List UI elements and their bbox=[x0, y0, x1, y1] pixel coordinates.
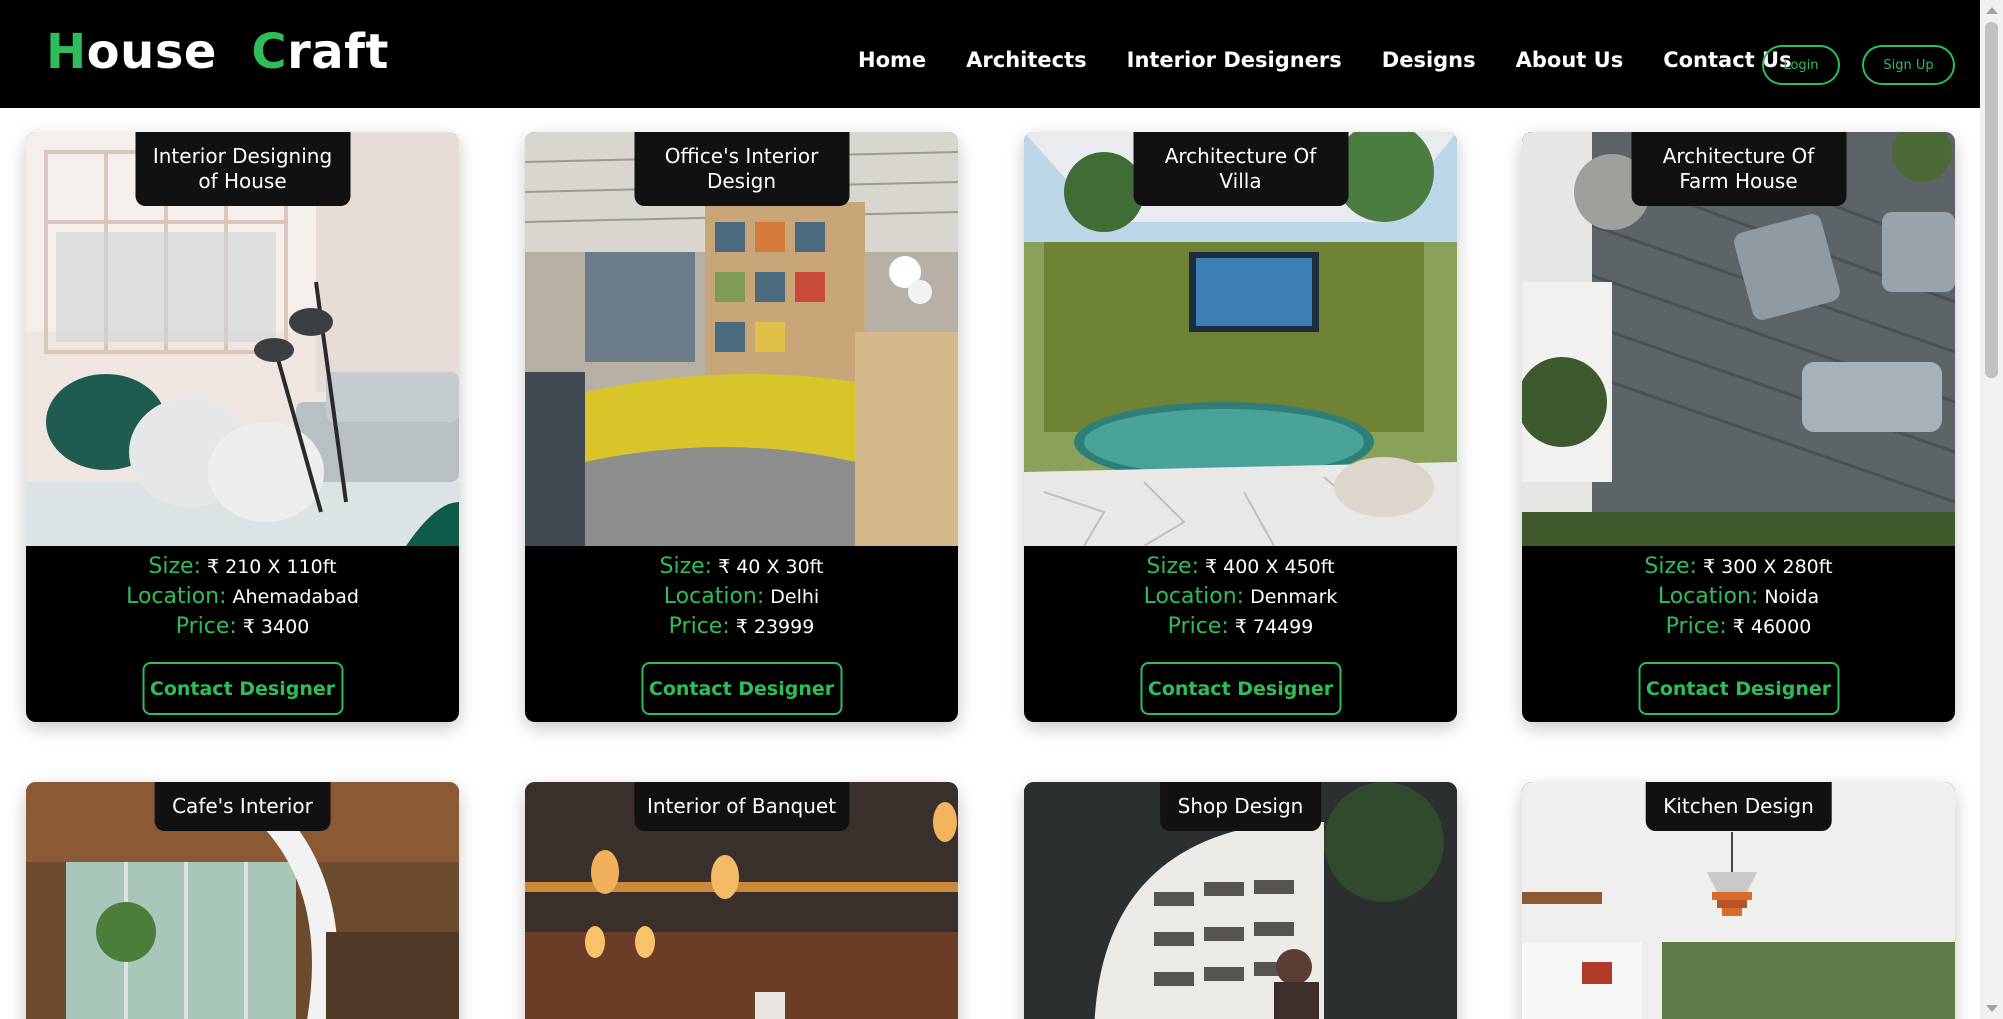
price-label: Price: bbox=[668, 614, 730, 639]
price-value: ₹ 23999 bbox=[735, 616, 815, 638]
nav-home[interactable]: Home bbox=[858, 48, 926, 72]
design-card-cafe: Cafe's Interior bbox=[26, 782, 459, 1019]
location-label: Location: bbox=[1657, 584, 1759, 609]
contact-designer-button[interactable]: Contact Designer bbox=[1140, 662, 1341, 715]
location-value: Ahemadabad bbox=[232, 586, 359, 608]
navbar: House Craft Home Architects Interior Des… bbox=[0, 0, 1980, 108]
design-card-farm-house: Architecture Of Farm House Size: ₹ 300 X … bbox=[1522, 132, 1955, 722]
price-label: Price: bbox=[1167, 614, 1229, 639]
signup-button[interactable]: Sign Up bbox=[1862, 45, 1955, 85]
location-label: Location: bbox=[663, 584, 765, 609]
price-value: ₹ 3400 bbox=[242, 616, 310, 638]
size-value: ₹ 40 X 30ft bbox=[718, 556, 824, 578]
card-title: Architecture Of Farm House bbox=[1631, 132, 1846, 206]
card-title: Interior of Banquet bbox=[634, 782, 849, 831]
login-button[interactable]: Login bbox=[1762, 45, 1840, 85]
nav-architects[interactable]: Architects bbox=[966, 48, 1086, 72]
location-label: Location: bbox=[126, 584, 227, 609]
price-value: ₹ 46000 bbox=[1732, 616, 1812, 638]
size-label: Size: bbox=[148, 554, 201, 579]
vertical-scrollbar[interactable] bbox=[1980, 0, 2003, 1019]
card-title: Shop Design bbox=[1159, 782, 1322, 831]
size-value: ₹ 300 X 280ft bbox=[1703, 556, 1833, 578]
nav-about-us[interactable]: About Us bbox=[1516, 48, 1624, 72]
card-title: Architecture Of Villa bbox=[1133, 132, 1348, 206]
design-card-kitchen: Kitchen Design bbox=[1522, 782, 1955, 1019]
contact-designer-button[interactable]: Contact Designer bbox=[641, 662, 842, 715]
logo-word-raft: raft bbox=[287, 24, 389, 80]
size-label: Size: bbox=[1644, 554, 1697, 579]
size-value: ₹ 210 X 110ft bbox=[207, 556, 337, 578]
contact-designer-button[interactable]: Contact Designer bbox=[1638, 662, 1839, 715]
scroll-up-arrow-icon[interactable] bbox=[1986, 7, 1998, 14]
card-title: Office's Interior Design bbox=[634, 132, 849, 206]
logo-letter-h: H bbox=[46, 24, 87, 80]
scrollbar-thumb[interactable] bbox=[1985, 22, 1998, 378]
location-label: Location: bbox=[1143, 584, 1245, 609]
nav-designs[interactable]: Designs bbox=[1382, 48, 1476, 72]
design-card-banquet: Interior of Banquet bbox=[525, 782, 958, 1019]
size-value: ₹ 400 X 450ft bbox=[1205, 556, 1335, 578]
card-info: Size: ₹ 210 X 110ft Location: Ahemadabad P… bbox=[26, 546, 459, 642]
location-value: Noida bbox=[1764, 586, 1820, 608]
location-value: Delhi bbox=[770, 586, 820, 608]
card-title: Interior Designing of House bbox=[135, 132, 350, 206]
design-card-villa: Architecture Of Villa Size: ₹ 400 X 450ft… bbox=[1024, 132, 1457, 722]
size-label: Size: bbox=[1146, 554, 1199, 579]
card-info: Size: ₹ 40 X 30ft Location: Delhi Price: ₹ … bbox=[525, 546, 958, 642]
scroll-down-arrow-icon[interactable] bbox=[1986, 1005, 1998, 1012]
contact-designer-button[interactable]: Contact Designer bbox=[142, 662, 343, 715]
card-info: Size: ₹ 400 X 450ft Location: Denmark Pric… bbox=[1024, 546, 1457, 642]
price-label: Price: bbox=[1665, 614, 1727, 639]
price-value: ₹ 74499 bbox=[1234, 616, 1314, 638]
price-label: Price: bbox=[175, 614, 237, 639]
nav-links: Home Architects Interior Designers Desig… bbox=[858, 48, 1832, 72]
nav-interior-designers[interactable]: Interior Designers bbox=[1127, 48, 1342, 72]
location-value: Denmark bbox=[1250, 586, 1338, 608]
card-info: Size: ₹ 300 X 280ft Location: Noida Price:… bbox=[1522, 546, 1955, 642]
size-label: Size: bbox=[659, 554, 713, 579]
logo[interactable]: House Craft bbox=[46, 24, 389, 80]
design-card-office: Office's Interior Design Size: ₹ 40 X 30f… bbox=[525, 132, 958, 722]
design-card-shop: Shop Design bbox=[1024, 782, 1457, 1019]
card-title: Cafe's Interior bbox=[154, 782, 331, 831]
card-title: Kitchen Design bbox=[1645, 782, 1832, 831]
logo-letter-c: C bbox=[251, 24, 288, 80]
design-card-house: Interior Designing of House Size: ₹ 210 X… bbox=[26, 132, 459, 722]
logo-word-ouse: ouse bbox=[86, 24, 217, 80]
